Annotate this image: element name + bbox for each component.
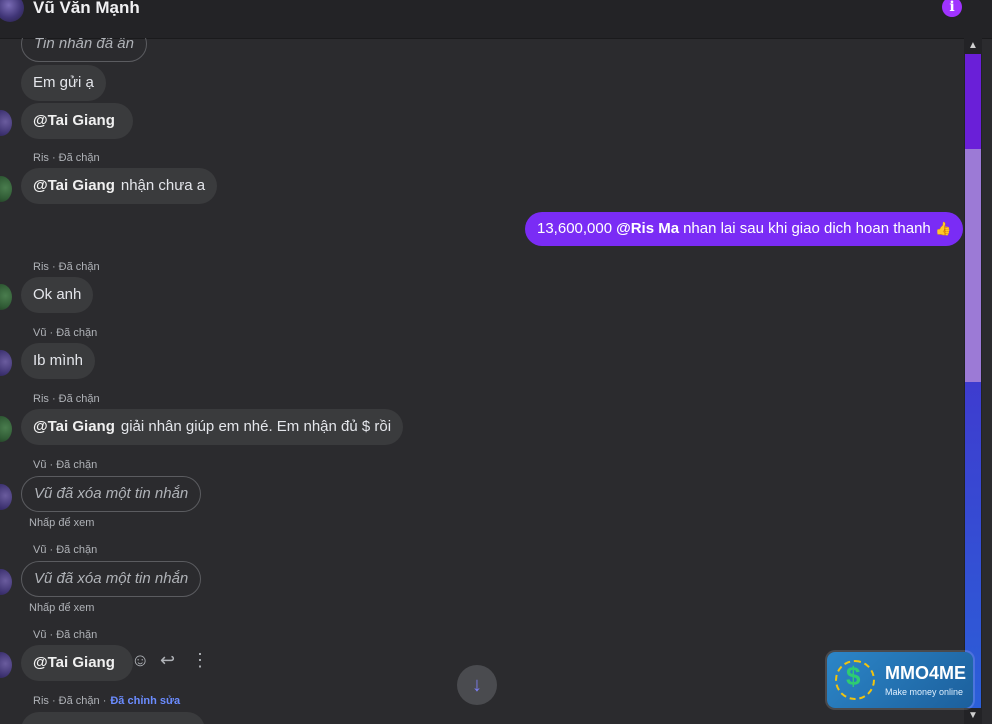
sender-avatar[interactable] (0, 284, 12, 310)
sender-avatar[interactable] (0, 416, 12, 442)
watermark-logo: $ MMO4ME Make money online (827, 652, 973, 708)
sender-avatar[interactable] (0, 484, 12, 510)
sender-label: Vũ · Đã chặn (33, 629, 98, 641)
message-bubble[interactable] (21, 712, 205, 724)
thumbs-up-icon: 👍 (934, 221, 952, 236)
message-bubble[interactable]: Em gửi ạ (21, 65, 106, 101)
scrollbar-track[interactable] (965, 54, 981, 708)
message-bubble[interactable]: @Tai Giang giải nhân giúp em nhé. Em nhận… (21, 409, 404, 445)
mention[interactable]: @Ris Ma (616, 220, 679, 237)
sender-label: Ris · Đã chặn · Đã chỉnh sửa (33, 695, 180, 707)
message-bubble[interactable]: @Tai Giang (21, 645, 133, 681)
logo-name: MMO4ME (885, 663, 966, 683)
react-emoji-icon[interactable]: ☺ (131, 650, 149, 671)
sender-label: Vũ · Đã chặn (33, 459, 98, 471)
sender-avatar[interactable] (0, 176, 12, 202)
logo-tagline: Make money online (885, 687, 964, 697)
mention[interactable]: @Tai Giang (33, 177, 115, 194)
message-bubble[interactable]: @Tai Giang nhận chưa a (21, 168, 218, 204)
click-to-view-link[interactable]: Nhấp để xem (29, 517, 94, 529)
mention[interactable]: @Tai Giang (33, 654, 115, 671)
own-message-bubble[interactable]: 13,600,000 @Ris Ma nhan lai sau khi giao d… (525, 212, 964, 246)
message-bubble[interactable]: Ok anh (21, 277, 94, 313)
click-to-view-link[interactable]: Nhấp để xem (29, 602, 94, 614)
scroll-up-arrow-icon[interactable]: ▲ (964, 38, 982, 54)
chat-header: Vũ Văn Mạnh i (0, 0, 992, 39)
sender-label: Ris · Đã chặn (33, 393, 100, 405)
sender-avatar[interactable] (0, 569, 12, 595)
message-text: nhan lai sau khi giao dich hoan thanh (683, 220, 931, 237)
deleted-message-bubble[interactable]: Vũ đã xóa một tin nhắn (21, 476, 202, 512)
more-options-icon[interactable]: ⋮ (191, 650, 209, 671)
scroll-to-bottom-button[interactable]: ↓ (457, 665, 497, 705)
sender-avatar[interactable] (0, 110, 12, 136)
sender-avatar[interactable] (0, 652, 12, 678)
sender-label: Vũ · Đã chặn (33, 544, 98, 556)
edited-label: Đã chỉnh sửa (110, 695, 181, 707)
reply-icon[interactable]: ↩ (160, 650, 175, 671)
message-thread: Tin nhắn đã ẩn Em gửi ạ @Tai Giang Ris ·… (0, 38, 964, 724)
scroll-down-arrow-icon[interactable]: ▼ (964, 708, 982, 724)
message-text: giải nhân giúp em nhé. Em nhận đủ $ rồi (120, 418, 392, 435)
contact-name[interactable]: Vũ Văn Mạnh (33, 0, 140, 18)
dollar-icon: $ (846, 661, 861, 691)
mention[interactable]: @Tai Giang (33, 112, 115, 129)
hidden-message-bubble[interactable]: Tin nhắn đã ẩn (21, 38, 147, 62)
sender-text: Ris · Đã chặn · (33, 695, 107, 707)
deleted-message-bubble[interactable]: Vũ đã xóa một tin nhắn (21, 561, 202, 597)
mention[interactable]: @Tai Giang (33, 418, 115, 435)
message-text: nhận chưa a (120, 177, 206, 194)
sender-label: Ris · Đã chặn (33, 261, 100, 273)
message-bubble[interactable]: @Tai Giang (21, 103, 133, 139)
sender-label: Ris · Đã chặn (33, 152, 100, 164)
amount-text: 13,600,000 (537, 220, 613, 237)
info-icon[interactable]: i (942, 0, 962, 17)
sender-label: Vũ · Đã chặn (33, 327, 98, 339)
sender-avatar[interactable] (0, 350, 12, 376)
message-bubble[interactable]: Ib mình (21, 343, 96, 379)
scrollbar[interactable]: ▲ ▼ (964, 38, 982, 724)
contact-avatar[interactable] (0, 0, 24, 22)
